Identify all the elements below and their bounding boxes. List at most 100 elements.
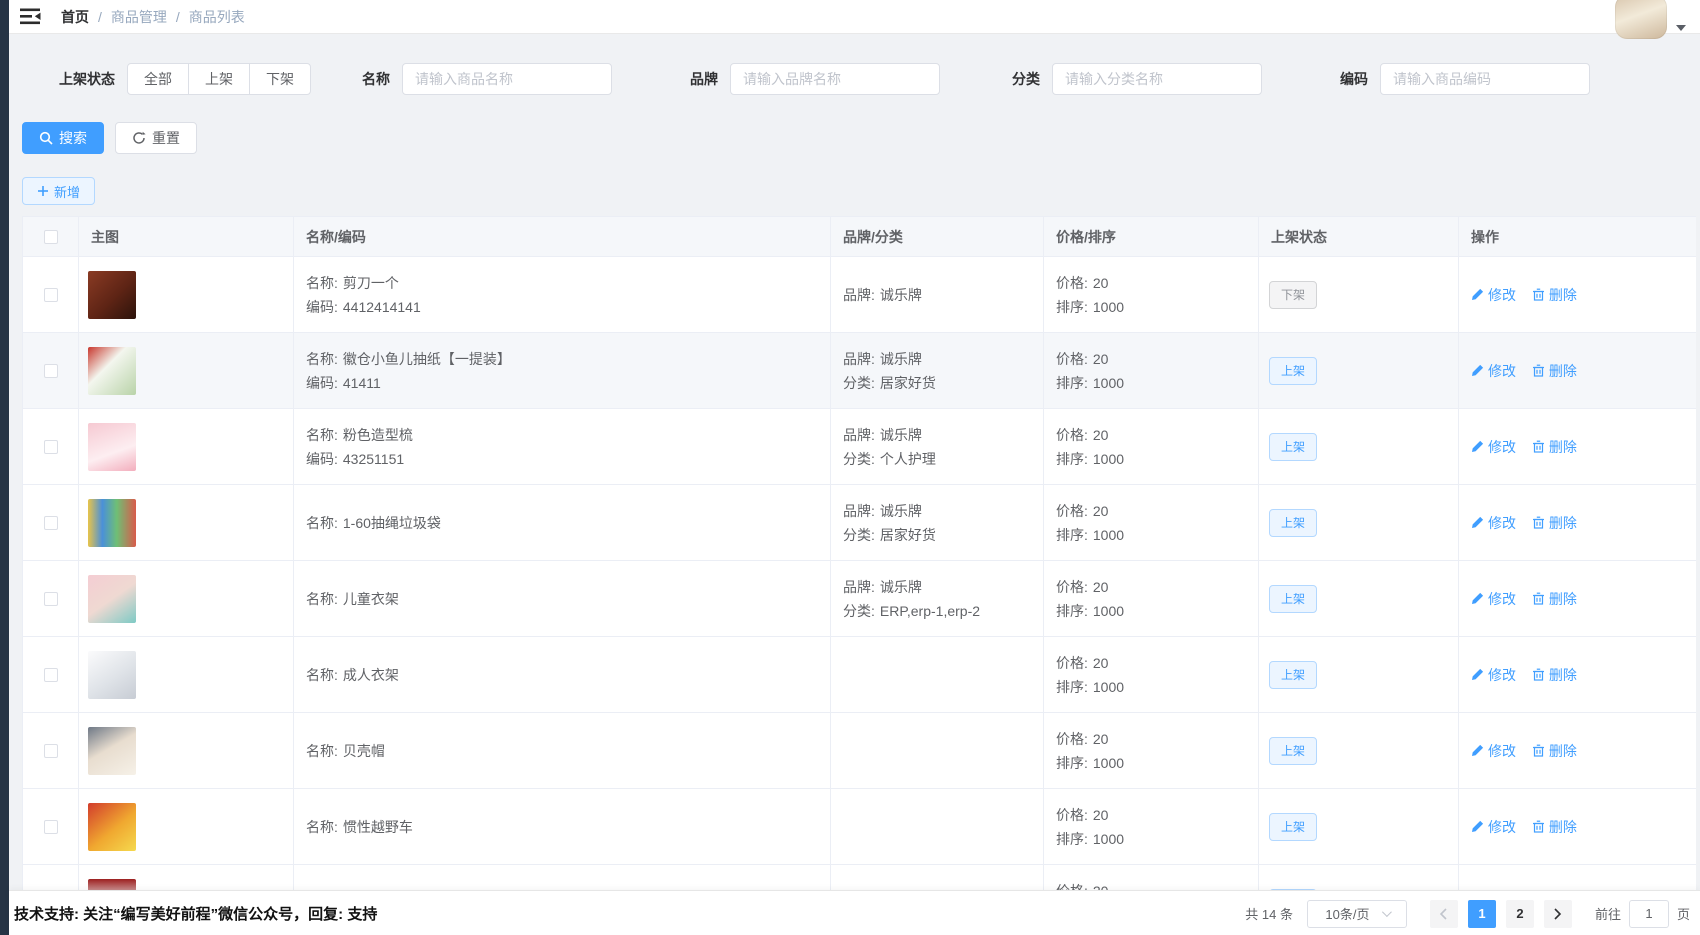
delete-button[interactable]: 删除: [1532, 361, 1577, 381]
product-image[interactable]: [88, 575, 136, 623]
delete-button[interactable]: 删除: [1532, 817, 1577, 837]
collapsed-sidebar[interactable]: [0, 0, 9, 935]
edit-button[interactable]: 修改: [1471, 741, 1516, 761]
name-filter-input[interactable]: [402, 63, 612, 95]
refresh-icon: [132, 131, 146, 145]
table-row: 名称:1-60抽绳垃圾袋 编码: 品牌:诚乐牌 分类:居家好货 价格:20 排序…: [23, 485, 1697, 561]
delete-button[interactable]: 删除: [1532, 665, 1577, 685]
breadcrumb-home-link[interactable]: 首页: [61, 7, 89, 27]
product-image[interactable]: [88, 651, 136, 699]
search-button[interactable]: 搜索: [22, 122, 104, 154]
edit-button[interactable]: 修改: [1471, 589, 1516, 609]
column-header-brand-category: 品牌/分类: [831, 217, 1044, 257]
edit-button[interactable]: 修改: [1471, 665, 1516, 685]
delete-button[interactable]: 删除: [1532, 437, 1577, 457]
edit-button[interactable]: 修改: [1471, 285, 1516, 305]
column-header-status: 上架状态: [1259, 217, 1459, 257]
goto-label: 前往: [1595, 904, 1621, 923]
select-all-checkbox[interactable]: [44, 230, 58, 244]
chevron-down-icon: [1381, 907, 1391, 917]
filter-brand-group: 品牌: [690, 63, 940, 95]
page-button-2[interactable]: 2: [1506, 900, 1534, 928]
edit-pencil-icon: [1471, 288, 1484, 301]
status-filter-label: 上架状态: [59, 69, 115, 89]
table-row: 名称:成人衣架 编码: 品牌: 分类: 价格:20 排序:1000 上架 修改: [23, 637, 1697, 713]
caret-down-icon: [1676, 25, 1686, 31]
status-option-all[interactable]: 全部: [127, 63, 189, 95]
total-count: 共 14 条: [1245, 904, 1293, 923]
delete-button[interactable]: 删除: [1532, 741, 1577, 761]
product-image[interactable]: [88, 879, 136, 891]
row-checkbox[interactable]: [44, 516, 58, 530]
hamburger-fold-icon[interactable]: [20, 8, 42, 25]
status-toggle-button[interactable]: 上架: [1269, 585, 1317, 613]
product-image[interactable]: [88, 347, 136, 395]
edit-button[interactable]: 修改: [1471, 437, 1516, 457]
edit-pencil-icon: [1471, 668, 1484, 681]
row-checkbox[interactable]: [44, 820, 58, 834]
edit-button[interactable]: 修改: [1471, 817, 1516, 837]
row-checkbox[interactable]: [44, 592, 58, 606]
goto-page-input[interactable]: [1629, 900, 1669, 928]
status-toggle-button[interactable]: 上架: [1269, 661, 1317, 689]
status-toggle-button[interactable]: 上架: [1269, 433, 1317, 461]
table-row: 名称:粉色造型梳 编码:43251151 品牌:诚乐牌 分类:个人护理 价格:2…: [23, 409, 1697, 485]
edit-button[interactable]: 修改: [1471, 361, 1516, 381]
product-image[interactable]: [88, 271, 136, 319]
code-filter-label: 编码: [1340, 69, 1368, 89]
status-toggle-button[interactable]: 上架: [1269, 813, 1317, 841]
user-menu[interactable]: [1615, 0, 1686, 40]
column-header-price-sort: 价格/排序: [1044, 217, 1259, 257]
status-toggle-button[interactable]: 上架: [1269, 357, 1317, 385]
edit-pencil-icon: [1471, 516, 1484, 529]
page-size-select[interactable]: 10条/页: [1307, 900, 1407, 928]
table-row: 名称: 编码: 品牌: 分类: 价格:20 排序:1000 上架 修改: [23, 865, 1697, 891]
table-row: 名称:惯性越野车 编码: 品牌: 分类: 价格:20 排序:1000 上架 修改: [23, 789, 1697, 865]
status-option-on[interactable]: 上架: [188, 63, 250, 95]
delete-trash-icon: [1532, 364, 1545, 377]
add-button[interactable]: 新增: [22, 177, 95, 205]
prev-page-button[interactable]: [1430, 900, 1458, 928]
product-image[interactable]: [88, 727, 136, 775]
status-toggle-button[interactable]: 上架: [1269, 737, 1317, 765]
column-header-image: 主图: [79, 217, 294, 257]
status-option-off[interactable]: 下架: [249, 63, 311, 95]
row-checkbox[interactable]: [44, 668, 58, 682]
product-image[interactable]: [88, 499, 136, 547]
delete-trash-icon: [1532, 516, 1545, 529]
edit-pencil-icon: [1471, 820, 1484, 833]
support-text: 技术支持: 关注“编写美好前程”微信公众号，回复: 支持: [14, 891, 377, 935]
status-toggle-button[interactable]: 上架: [1269, 509, 1317, 537]
row-checkbox[interactable]: [44, 364, 58, 378]
table-row: 名称:贝壳帽 编码: 品牌: 分类: 价格:20 排序:1000 上架 修改: [23, 713, 1697, 789]
edit-button[interactable]: 修改: [1471, 513, 1516, 533]
row-checkbox[interactable]: [44, 744, 58, 758]
column-header-name-code: 名称/编码: [294, 217, 831, 257]
avatar[interactable]: [1615, 0, 1667, 39]
breadcrumb-separator: /: [98, 9, 102, 25]
status-radio-group: 全部 上架 下架: [127, 63, 311, 95]
plus-icon: [37, 185, 49, 197]
page-button-1[interactable]: 1: [1468, 900, 1496, 928]
edit-pencil-icon: [1471, 364, 1484, 377]
category-filter-label: 分类: [1012, 69, 1040, 89]
table-row: 名称:徽仓小鱼儿抽纸【一提装】 编码:41411 品牌:诚乐牌 分类:居家好货 …: [23, 333, 1697, 409]
delete-button[interactable]: 删除: [1532, 285, 1577, 305]
brand-filter-input[interactable]: [730, 63, 940, 95]
delete-button[interactable]: 删除: [1532, 589, 1577, 609]
row-checkbox[interactable]: [44, 288, 58, 302]
category-filter-input[interactable]: [1052, 63, 1262, 95]
table-row: 名称:剪刀一个 编码:4412414141 品牌:诚乐牌 分类: 价格:20 排…: [23, 257, 1697, 333]
code-filter-input[interactable]: [1380, 63, 1590, 95]
status-toggle-button[interactable]: 下架: [1269, 281, 1317, 309]
product-image[interactable]: [88, 423, 136, 471]
delete-button[interactable]: 删除: [1532, 513, 1577, 533]
reset-button[interactable]: 重置: [115, 122, 197, 154]
product-image[interactable]: [88, 803, 136, 851]
next-page-button[interactable]: [1544, 900, 1572, 928]
goto-unit-label: 页: [1677, 904, 1690, 923]
breadcrumb-item-goods-manage: 商品管理: [111, 7, 167, 27]
name-filter-label: 名称: [362, 69, 390, 89]
breadcrumb-separator: /: [176, 9, 180, 25]
row-checkbox[interactable]: [44, 440, 58, 454]
